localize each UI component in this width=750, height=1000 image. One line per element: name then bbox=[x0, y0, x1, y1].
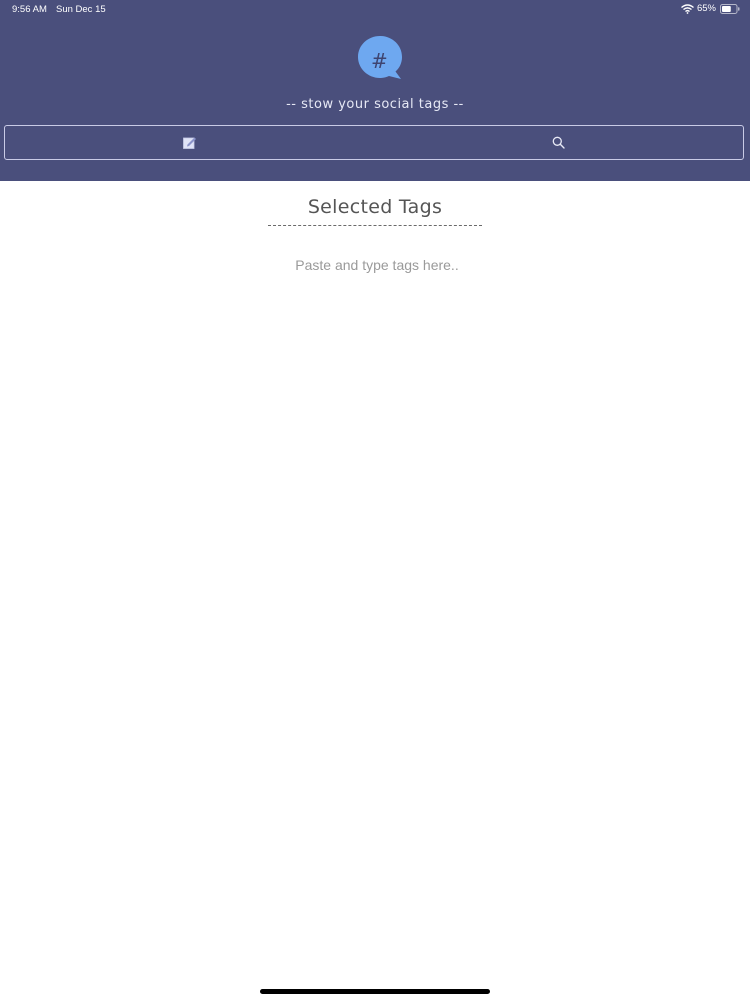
svg-text:#: # bbox=[371, 49, 388, 73]
section-title: Selected Tags bbox=[307, 196, 443, 218]
search-icon bbox=[552, 136, 565, 149]
battery-icon bbox=[720, 3, 740, 14]
search-tab[interactable] bbox=[374, 126, 743, 159]
wifi-icon bbox=[681, 3, 694, 14]
hashtag-speech-bubble-icon: # bbox=[358, 36, 402, 79]
home-indicator[interactable] bbox=[260, 989, 490, 994]
title-divider bbox=[268, 225, 482, 226]
status-right: 65% bbox=[681, 3, 740, 14]
status-date: Sun Dec 15 bbox=[56, 4, 106, 15]
mode-segmented-control bbox=[4, 125, 744, 160]
app-header: 9:56 AM Sun Dec 15 65% # -- stow your so… bbox=[0, 0, 750, 181]
compose-icon bbox=[182, 137, 196, 149]
tag-input[interactable] bbox=[150, 252, 604, 278]
status-bar: 9:56 AM Sun Dec 15 65% bbox=[0, 0, 750, 18]
compose-tab[interactable] bbox=[5, 126, 374, 159]
tagline: -- stow your social tags -- bbox=[286, 97, 464, 112]
battery-percent: 65% bbox=[696, 3, 716, 14]
status-time: 9:56 AM bbox=[12, 4, 47, 15]
